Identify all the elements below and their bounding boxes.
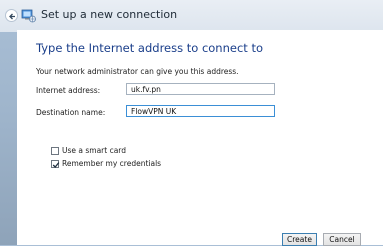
destination-name-label: Destination name: — [36, 108, 106, 117]
smart-card-label: Use a smart card — [62, 146, 127, 155]
smart-card-checkbox[interactable] — [51, 147, 59, 155]
back-button[interactable] — [5, 9, 18, 22]
create-button[interactable]: Create — [282, 233, 317, 246]
help-text: Your network administrator can give you … — [36, 67, 239, 76]
remember-credentials-checkbox[interactable] — [51, 160, 60, 168]
checkmark-icon — [52, 162, 60, 168]
window-title: Set up a new connection — [41, 8, 178, 21]
internet-address-label: Internet address: — [36, 86, 101, 95]
remember-credentials-label: Remember my credentials — [62, 159, 162, 168]
back-arrow-icon — [9, 13, 15, 20]
title-bar: Set up a new connection — [0, 0, 383, 32]
cancel-button[interactable]: Cancel — [323, 233, 361, 246]
internet-address-input[interactable]: uk.fv.pn — [126, 83, 275, 95]
wizard-page: Type the Internet address to connect to … — [17, 30, 383, 245]
network-connection-icon — [21, 9, 36, 23]
page-heading: Type the Internet address to connect to — [36, 41, 263, 55]
destination-name-input[interactable]: FlowVPN UK — [126, 105, 275, 117]
